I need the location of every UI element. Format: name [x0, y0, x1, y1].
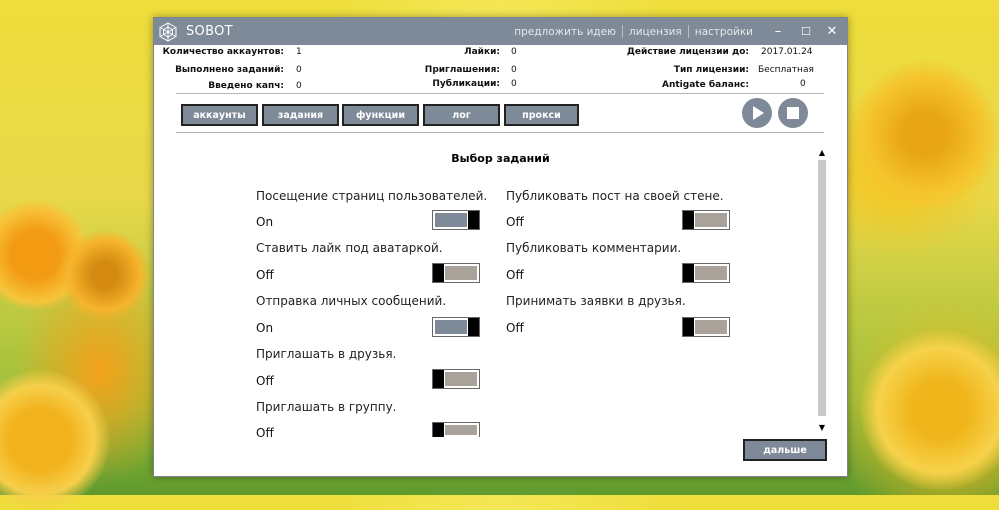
option-state: Off: [256, 374, 274, 388]
option-label: Приглашать в друзья.: [256, 347, 397, 361]
option-toggle[interactable]: [432, 422, 480, 437]
option-toggle[interactable]: [432, 317, 480, 337]
stop-button[interactable]: [778, 98, 808, 128]
option-label: Отправка личных сообщений.: [256, 294, 447, 308]
option-state: Off: [256, 268, 274, 282]
option-label: Публиковать пост на своей стене.: [506, 189, 724, 203]
tab-proxy[interactable]: прокси: [504, 104, 579, 126]
option-label: Ставить лайк под аватаркой.: [256, 241, 443, 255]
divider: [176, 132, 824, 133]
section-title: Выбор заданий: [451, 152, 550, 165]
posts-value: 0: [511, 79, 517, 89]
background-flower: [60, 230, 150, 320]
invites-value: 0: [511, 65, 517, 75]
license-until-value: 2017.01.24: [761, 47, 813, 57]
start-button[interactable]: [742, 98, 772, 128]
next-button[interactable]: дальше: [743, 439, 827, 461]
scrollbar-thumb[interactable]: [818, 160, 826, 416]
option-state: On: [256, 215, 274, 229]
likes-label: Лайки:: [464, 47, 500, 57]
option-toggle[interactable]: [432, 369, 480, 389]
option-toggle[interactable]: [682, 317, 730, 337]
option-toggle[interactable]: [432, 210, 480, 230]
tab-functions[interactable]: функции: [342, 104, 419, 126]
option-label: Приглашать в группу.: [256, 400, 397, 414]
stats-panel: Количество аккаунтов: 1 Выполнено задани…: [154, 18, 847, 98]
app-window: SOBOT предложить идею лицензия настройки…: [153, 17, 848, 477]
option-toggle[interactable]: [432, 263, 480, 283]
posts-label: Публикации:: [432, 79, 500, 89]
tasks-done-value: 0: [296, 65, 302, 75]
likes-value: 0: [511, 47, 517, 57]
license-until-label: Действие лицензии до:: [626, 47, 749, 57]
background-flower: [850, 60, 999, 210]
license-type-value: Бесплатная: [758, 65, 814, 75]
option-label: Посещение страниц пользователей.: [256, 189, 488, 203]
scroll-up-arrow-icon[interactable]: ▲: [816, 148, 828, 157]
option-label: Принимать заявки в друзья.: [506, 294, 686, 308]
antigate-balance-label: Antigate баланс:: [662, 80, 749, 90]
option-label: Публиковать комментарии.: [506, 241, 682, 255]
tab-accounts[interactable]: аккаунты: [181, 104, 258, 126]
divider: [176, 93, 824, 94]
background-flower: [0, 370, 110, 510]
option-state: On: [256, 321, 274, 335]
option-toggle[interactable]: [682, 263, 730, 283]
tab-log[interactable]: лог: [423, 104, 500, 126]
option-state: Off: [506, 268, 524, 282]
tab-tasks[interactable]: задания: [262, 104, 339, 126]
option-toggle[interactable]: [682, 210, 730, 230]
option-state: Off: [506, 215, 524, 229]
license-type-label: Тип лицензии:: [673, 65, 749, 75]
captcha-label: Введено капч:: [208, 81, 284, 91]
accounts-count-label: Количество аккаунтов:: [162, 47, 284, 57]
scrollbar[interactable]: ▲ ▼: [816, 148, 828, 436]
play-icon: [753, 106, 764, 120]
option-state: Off: [256, 426, 274, 440]
option-state: Off: [506, 321, 524, 335]
invites-label: Приглашения:: [424, 65, 500, 75]
antigate-balance-value: 0: [800, 79, 806, 89]
accounts-count-value: 1: [296, 47, 302, 57]
background-flower: [860, 330, 999, 490]
tasks-done-label: Выполнено заданий:: [175, 65, 284, 75]
stop-icon: [787, 107, 799, 119]
captcha-value: 0: [296, 81, 302, 91]
scroll-down-arrow-icon[interactable]: ▼: [816, 423, 828, 432]
